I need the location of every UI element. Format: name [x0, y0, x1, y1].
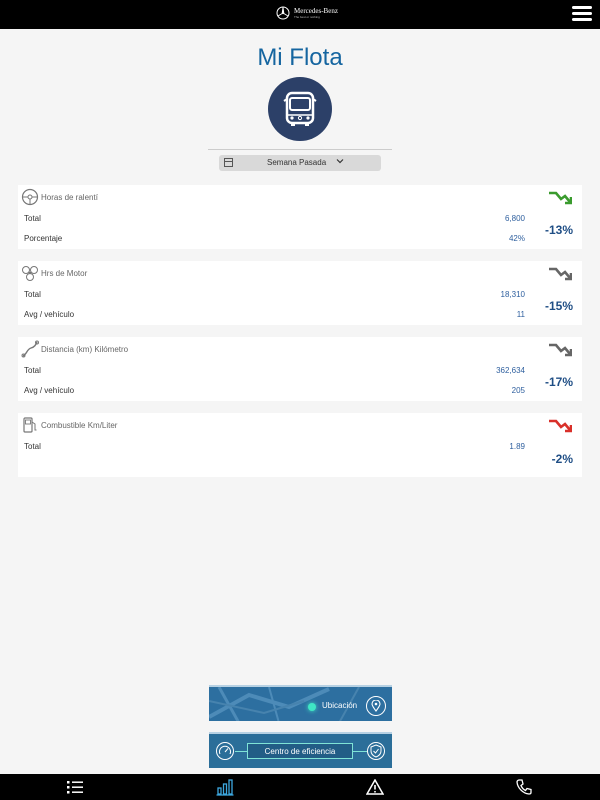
- period-label: Semana Pasada: [267, 158, 327, 167]
- top-bar: Mercedes-Benz The best or nothing: [0, 0, 600, 29]
- metric-row-value: 1.89: [509, 442, 525, 451]
- metric-row-value: 6,800: [504, 214, 525, 223]
- metric-row-label: Total: [24, 290, 41, 299]
- fuel-pump-icon: [23, 417, 37, 433]
- metric-row-label: Porcentaje: [24, 234, 63, 243]
- metric-change: -2%: [551, 452, 573, 466]
- warning-icon[interactable]: [365, 778, 385, 796]
- metric-title: Distancia (km) Kilómetro: [41, 345, 129, 354]
- hamburger-icon[interactable]: [572, 6, 592, 22]
- chevron-down-icon: [336, 157, 344, 167]
- map-background: [209, 687, 360, 721]
- metric-row-label: Total: [24, 214, 41, 223]
- metric-row-label: Total: [24, 442, 41, 451]
- bar-chart-icon[interactable]: [215, 778, 235, 796]
- trend-down-icon: [549, 267, 572, 281]
- gauge-icon: [216, 742, 234, 760]
- metric-card-engine-hours: Hrs de Motor Total 18,310 Avg / vehículo…: [18, 261, 582, 325]
- list-icon[interactable]: [65, 778, 85, 796]
- phone-icon[interactable]: [514, 778, 534, 796]
- connector-line: [353, 751, 367, 752]
- metric-change: -13%: [544, 223, 573, 237]
- metric-row-label: Total: [24, 366, 41, 375]
- metric-row-value: 18,310: [500, 290, 525, 299]
- steering-wheel-icon: [21, 188, 39, 206]
- period-selector[interactable]: Semana Pasada: [219, 155, 381, 171]
- metric-card-idle-hours: Horas de ralentí Total 6,800 Porcentaje …: [18, 185, 582, 249]
- metric-row-value: 42%: [508, 234, 525, 243]
- metric-row-label: Avg / vehículo: [24, 310, 75, 319]
- location-dot-icon: [308, 703, 316, 711]
- road-icon: [21, 340, 39, 358]
- brand-logo: Mercedes-Benz The best or nothing: [276, 6, 338, 20]
- metric-row-value: 205: [511, 386, 525, 395]
- mercedes-star-icon: [276, 6, 290, 20]
- divider: [208, 149, 392, 150]
- metric-change: -15%: [544, 299, 573, 313]
- map-pin-icon: [366, 696, 386, 716]
- trend-down-icon: [549, 343, 572, 357]
- connector-line: [235, 751, 247, 752]
- efficiency-center-button[interactable]: Centro de eficiencia: [209, 732, 392, 768]
- brand-name: Mercedes-Benz: [294, 6, 338, 15]
- metric-row-label: Avg / vehículo: [24, 386, 75, 395]
- metric-change: -17%: [544, 375, 573, 389]
- shield-check-icon: [367, 742, 385, 760]
- metric-row-value: 362,634: [496, 366, 525, 375]
- page-title: Mi Flota: [257, 44, 343, 71]
- engine-icon: [22, 266, 38, 281]
- trend-down-icon: [549, 419, 572, 433]
- metric-title: Combustible Km/Liter: [41, 421, 118, 430]
- brand-tagline: The best or nothing: [294, 14, 320, 19]
- bottom-nav: [0, 774, 600, 800]
- metric-title: Hrs de Motor: [41, 269, 88, 278]
- location-label: Ubicación: [322, 701, 358, 710]
- location-button[interactable]: Ubicación: [209, 685, 392, 721]
- metric-title: Horas de ralentí: [41, 193, 98, 202]
- metric-card-fuel: Combustible Km/Liter Total 1.89 -2%: [18, 413, 582, 477]
- metric-row-value: 11: [516, 310, 525, 319]
- calendar-icon: [224, 158, 233, 167]
- trend-down-icon: [549, 191, 572, 205]
- metric-card-distance: Distancia (km) Kilómetro Total 362,634 A…: [18, 337, 582, 401]
- efficiency-label: Centro de eficiencia: [247, 743, 353, 759]
- bus-icon: [268, 77, 332, 141]
